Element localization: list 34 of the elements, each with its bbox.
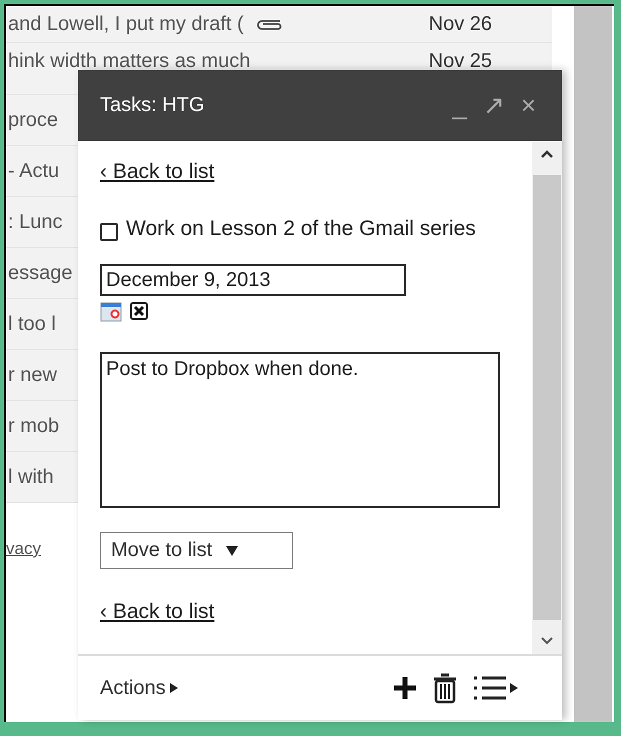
task-checkbox[interactable] [100, 223, 118, 241]
page-scrollbar[interactable] [574, 6, 612, 722]
due-date-field[interactable]: December 9, 2013 [100, 264, 406, 296]
privacy-link[interactable]: vacy [6, 539, 41, 559]
notes-field[interactable]: Post to Dropbox when done. [100, 352, 500, 508]
mail-date: Nov 25 [428, 50, 492, 73]
mail-snippet: hink width matters as much [8, 50, 250, 73]
back-link[interactable]: ‹ Back to list [100, 159, 214, 185]
mail-snippet: essage [8, 262, 72, 284]
scroll-up-icon[interactable] [540, 149, 554, 159]
panel-scrollbar[interactable] [532, 141, 562, 654]
mail-snippet: - Actu [8, 160, 60, 182]
mail-snippet: l too l [8, 312, 56, 336]
trash-icon[interactable] [432, 672, 458, 704]
submenu-arrow-icon [170, 683, 178, 693]
move-to-list-select[interactable]: Move to list [100, 532, 293, 569]
mail-snippet: l with [8, 466, 54, 488]
mail-snippet: proce [8, 108, 58, 132]
scroll-down-icon[interactable] [540, 636, 554, 646]
calendar-icon[interactable] [100, 302, 122, 322]
mail-snippet: r new [8, 364, 57, 386]
back-link[interactable]: ‹ Back to list [100, 600, 214, 623]
task-title: Work on Lesson 2 of the Gmail series [126, 216, 476, 242]
clear-date-icon[interactable] [130, 302, 148, 320]
mail-snippet: : Lunc [8, 210, 62, 234]
list-menu-icon[interactable] [472, 675, 518, 701]
add-icon[interactable] [392, 675, 418, 701]
mail-snippet: and Lowell, I put my draft ( [8, 12, 244, 36]
mail-row[interactable]: and Lowell, I put my draft ( Nov 26 [6, 6, 552, 43]
mail-date: Nov 26 [428, 12, 492, 36]
window-title: Tasks: HTG [100, 94, 206, 117]
mail-snippet: r mob [8, 414, 60, 438]
dropdown-arrow-icon [226, 546, 238, 556]
actions-menu[interactable]: Actions [100, 676, 178, 700]
